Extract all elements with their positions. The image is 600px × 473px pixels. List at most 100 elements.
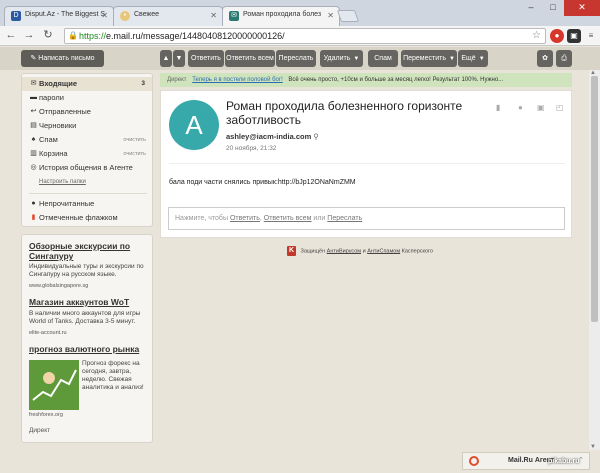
quick-reply-input[interactable]: Нажмите, чтобы Ответить, Ответить всем и… — [168, 207, 565, 230]
page-scrollbar[interactable]: ▲ ▼ — [589, 70, 600, 450]
ad-title[interactable]: Магазин аккаунтов WoT — [29, 297, 149, 307]
menu-icon[interactable]: ≡ — [584, 29, 598, 43]
address-bar: ← → ↻ 🔒 https://e.mail.ru/message/144804… — [0, 26, 600, 46]
sender-address[interactable]: ashley@iacm-india.com ⚲ — [226, 132, 319, 141]
filter-flagged[interactable]: ▮ Отмеченные флажком — [22, 211, 152, 225]
url-input[interactable]: 🔒 https://e.mail.ru/message/144804081200… — [64, 28, 546, 44]
spam-icon: ♠ — [31, 136, 36, 143]
message-date: 20 ноября, 21:32 — [226, 145, 277, 152]
reply-all-link[interactable]: Ответить всем — [264, 215, 312, 222]
prev-message-button[interactable]: ▲ — [160, 50, 172, 67]
folder-drafts[interactable]: ▤ Черновики — [22, 119, 152, 133]
close-icon[interactable]: ✕ — [101, 11, 108, 20]
ad-url[interactable]: freshforex.org — [29, 412, 63, 418]
folder-spam[interactable]: ♠ Спам очистить — [22, 133, 152, 147]
forward-link[interactable]: Переслать — [327, 215, 362, 222]
url-path: e.mail.ru/message/14480408120000000126/ — [106, 31, 285, 41]
reply-all-button[interactable]: Ответить всем — [225, 50, 275, 67]
ad-text: Прогноз форекс на сегодня, завтра, недел… — [82, 360, 144, 391]
message-subject: Роман проходила болезненного горизонте з… — [226, 99, 463, 127]
flag-icon: ▮ — [31, 214, 36, 221]
sender-email: ashley@iacm-india.com — [226, 132, 312, 141]
folder-label: Корзина — [39, 149, 68, 158]
search-icon[interactable]: ⚲ — [313, 132, 319, 141]
tab-mail[interactable]: ✉ Роман проходила болез ✕ — [222, 6, 340, 27]
new-tab-button[interactable] — [336, 10, 360, 22]
more-button[interactable]: Ещё ▼ — [458, 50, 488, 67]
compose-label: Написать письмо — [38, 55, 95, 62]
abp-extension-icon[interactable]: ● — [550, 29, 564, 43]
theme-button[interactable]: ✿ — [537, 50, 553, 67]
filter-label: Отмеченные флажком — [39, 213, 118, 222]
reload-icon[interactable]: ↻ — [41, 29, 55, 43]
unread-count: 3 — [141, 80, 145, 87]
maximize-button[interactable]: □ — [542, 0, 564, 16]
delete-button[interactable]: Удалить ▼ — [320, 50, 363, 67]
reply-button[interactable]: Ответить — [188, 50, 224, 67]
filter-unread[interactable]: ● Непрочитанные — [22, 197, 152, 211]
promo-banner[interactable]: Директ Теперь я в постели половой бог! В… — [160, 73, 572, 87]
tab-label: Disput.Az - The Biggest S — [25, 11, 106, 18]
kaspersky-suffix: Касперского — [401, 248, 433, 255]
move-label: Переместить — [403, 55, 446, 62]
direct-label[interactable]: Директ — [29, 427, 50, 434]
close-icon[interactable]: ✕ — [210, 11, 217, 20]
image-icon[interactable]: ▣ — [537, 103, 545, 112]
forex-ad-image[interactable] — [29, 360, 79, 410]
agent-icon: ◎ — [30, 164, 37, 171]
reply-link[interactable]: Ответить — [230, 215, 260, 222]
folder-sent[interactable]: ↩ Отправленные — [22, 105, 152, 119]
pikabu-favicon-icon: • — [120, 11, 130, 21]
dot-icon[interactable]: ● — [518, 103, 523, 112]
move-button[interactable]: Переместить ▼ — [401, 50, 457, 67]
mail-toolbar: ✎ Написать письмо ▲ ▼ Ответить Ответить … — [0, 47, 600, 70]
ad-url[interactable]: www.globalsingapore.sg — [29, 283, 88, 289]
filter-label: Непрочитанные — [39, 199, 95, 208]
dot-icon: ● — [31, 200, 36, 207]
minimize-button[interactable]: – — [520, 0, 542, 16]
avatar: A — [169, 100, 219, 150]
ads-panel: Обзорные экскурсии по Сингапуру Индивиду… — [21, 234, 153, 443]
arrow-up-icon: ▲ — [162, 55, 170, 62]
message-body: бала поди части снялись привык:http://bJ… — [169, 179, 356, 186]
folder-agent-history[interactable]: ◎ История общения в Агенте — [22, 161, 152, 175]
bookmark-icon[interactable]: ▮ — [496, 103, 500, 112]
bookmark-star-icon[interactable]: ☆ — [532, 29, 541, 43]
close-icon[interactable]: ✕ — [327, 11, 334, 20]
antispam-link[interactable]: АнтиСпамом — [367, 248, 400, 254]
compose-button[interactable]: ✎ Написать письмо — [21, 50, 104, 67]
promo-label: Директ — [167, 77, 187, 83]
folder-inbox[interactable]: ✉ Входящие 3 — [22, 77, 152, 91]
window-close-button[interactable]: ✕ — [564, 0, 600, 16]
promo-link[interactable]: Теперь я в постели половой бог! — [192, 77, 283, 83]
clear-trash-link[interactable]: очистить — [123, 147, 146, 161]
forward-arrow-icon[interactable]: → — [22, 29, 36, 43]
antivirus-link[interactable]: АнтиВирусом — [327, 248, 361, 254]
extension-icon[interactable]: ▣ — [567, 29, 581, 43]
forward-button[interactable]: Переслать — [276, 50, 316, 67]
caret-down-icon: ▼ — [448, 56, 455, 62]
folder-label: Спам — [39, 135, 58, 144]
tab-label: Роман проходила болез — [243, 11, 322, 18]
ad-text: В наличии много аккаунтов для игры World… — [29, 310, 141, 325]
scrollbar-thumb[interactable] — [591, 76, 598, 322]
expand-icon[interactable]: ◰ — [556, 103, 564, 112]
delete-label: Удалить — [323, 55, 351, 62]
folder-passwords[interactable]: ▬ пароли — [22, 91, 152, 105]
settings-folders-link[interactable]: Настроить папки — [39, 179, 86, 185]
back-arrow-icon[interactable]: ← — [4, 29, 18, 43]
ad-title[interactable]: Обзорные экскурсии по Сингапуру — [29, 241, 149, 261]
tab-disput[interactable]: D Disput.Az - The Biggest S ✕ — [4, 6, 114, 26]
scroll-down-icon[interactable]: ▼ — [590, 444, 596, 450]
folder-trash[interactable]: ▥ Корзина очистить — [22, 147, 152, 161]
tab-svezhee[interactable]: • Свежее ✕ — [113, 6, 223, 26]
next-message-button[interactable]: ▼ — [173, 50, 185, 67]
kaspersky-protection: K Защищён АнтиВирусом и АнтиСпамом Каспе… — [287, 246, 433, 256]
print-button[interactable]: ⎙ — [556, 50, 572, 67]
ad-title[interactable]: прогноз валютного рынка — [29, 344, 149, 354]
clear-spam-link[interactable]: очистить — [123, 133, 146, 147]
sidebar-divider — [29, 193, 147, 194]
disput-favicon-icon: D — [11, 11, 21, 21]
ad-url[interactable]: elite-account.ru — [29, 330, 67, 336]
spam-button[interactable]: Спам — [368, 50, 398, 67]
